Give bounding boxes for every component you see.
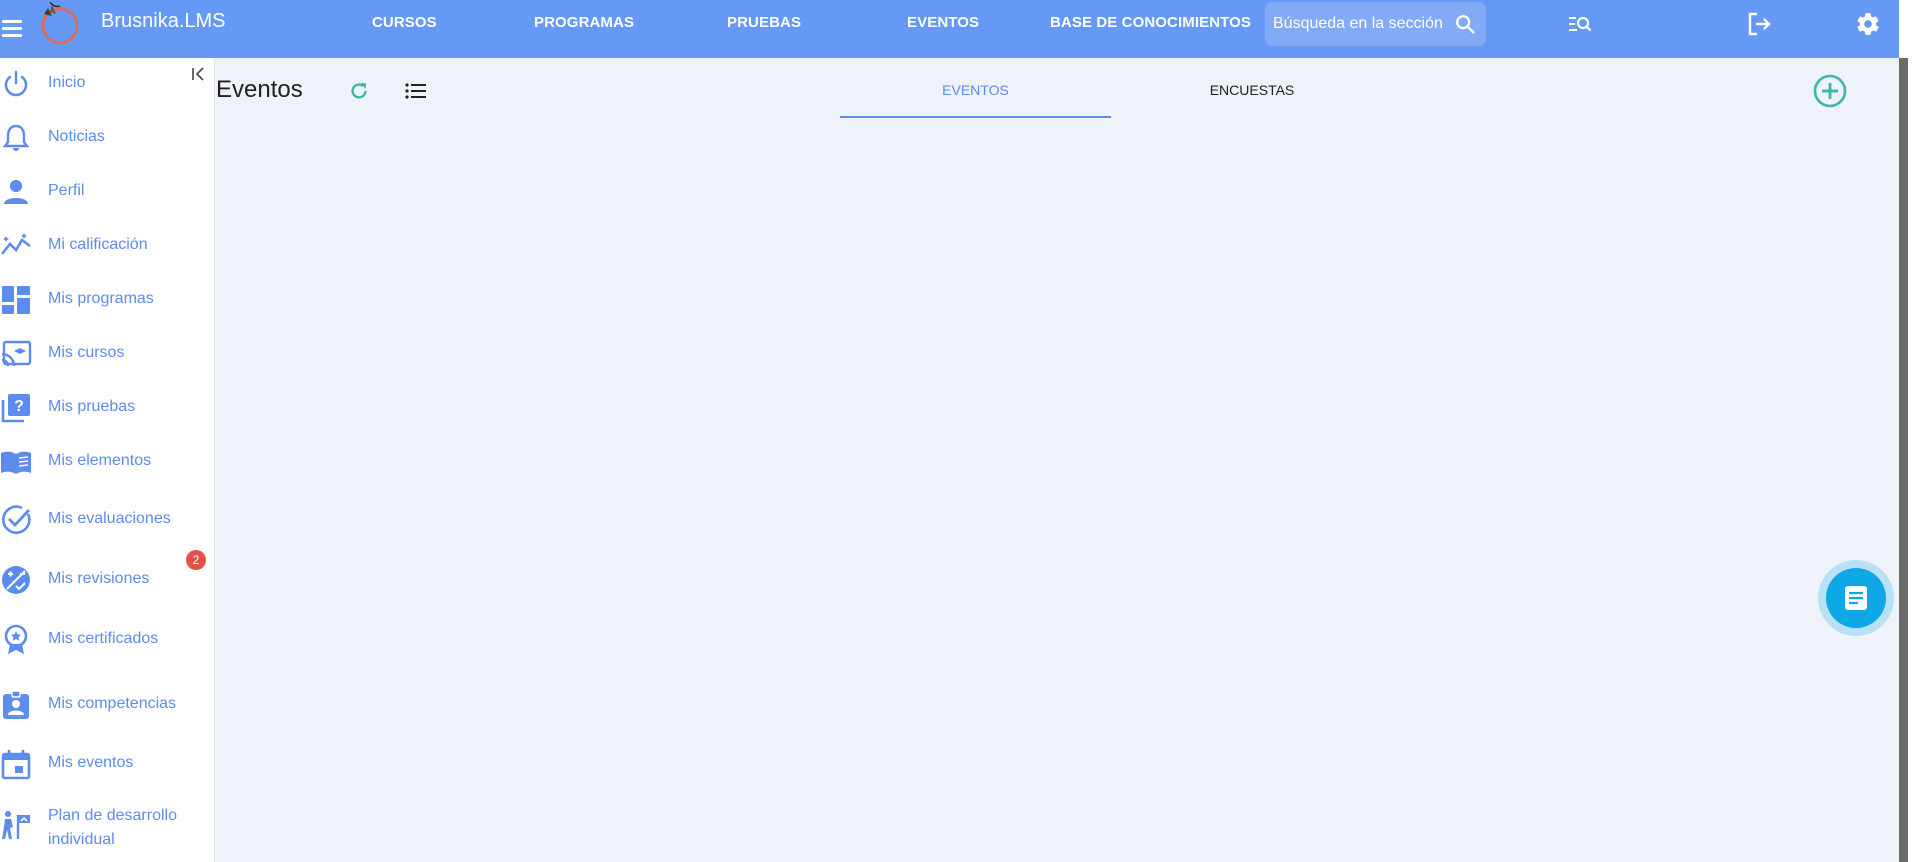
- sidebar-item-mis-cursos[interactable]: Mis cursos: [0, 333, 215, 373]
- tab-encuestas[interactable]: ENCUESTAS: [1117, 82, 1387, 98]
- courses-icon: [1, 340, 32, 367]
- brusnika-logo[interactable]: [30, 0, 86, 48]
- sidebar-item-label-line1: Plan de desarrollo: [48, 807, 177, 824]
- sidebar-item-label: Mis elementos: [48, 452, 152, 469]
- revisions-count-badge: 2: [186, 550, 206, 570]
- sidebar-item-label: Mis cursos: [48, 344, 125, 361]
- check-circle-icon: [2, 505, 31, 534]
- sidebar-item-label: Mis competencias: [48, 695, 177, 712]
- nav-pruebas[interactable]: PRUEBAS: [727, 14, 801, 31]
- sidebar-item-mis-evaluaciones[interactable]: Mis evaluaciones: [0, 499, 215, 539]
- tab-eventos[interactable]: EVENTOS: [840, 82, 1111, 118]
- sidebar-item-label: Mis programas: [48, 290, 154, 307]
- chat-fab-button[interactable]: [1818, 560, 1894, 636]
- review-icon: [2, 566, 30, 594]
- page-right-edge: [1899, 0, 1920, 862]
- award-icon: [4, 624, 28, 654]
- sidebar-item-mis-competencias[interactable]: Mis competencias: [0, 684, 215, 724]
- message-icon: [1845, 586, 1867, 610]
- sidebar-item-label: Inicio: [48, 74, 86, 91]
- page-title: Eventos: [216, 76, 303, 103]
- quiz-icon: ?: [1, 394, 30, 423]
- nav-base-de-conocimientos[interactable]: BASE DE CONOCIMIENTOS: [1050, 14, 1251, 31]
- sidebar-item-mis-programas[interactable]: Mis programas: [0, 279, 215, 319]
- logout-icon[interactable]: [1746, 11, 1772, 37]
- section-search-input[interactable]: [1271, 2, 1451, 46]
- sidebar-item-label: Mis certificados: [48, 630, 159, 647]
- sidebar-item-mis-eventos[interactable]: Mis eventos: [0, 743, 215, 783]
- sidebar-item-label-line2: individual: [48, 831, 115, 848]
- sidebar-item-inicio[interactable]: Inicio: [0, 63, 215, 103]
- power-icon: [4, 70, 28, 97]
- sidebar-item-label: Mis pruebas: [48, 398, 136, 415]
- top-bar: Brusnika.LMS CURSOS PROGRAMAS PRUEBAS EV…: [0, 0, 1899, 58]
- sidebar-item-mis-elementos[interactable]: Mis elementos: [0, 441, 215, 481]
- sidebar-item-mis-certificados[interactable]: Mis certificados: [0, 619, 215, 659]
- dashboard-icon: [2, 286, 30, 314]
- vertical-scrollbar[interactable]: [1899, 58, 1908, 862]
- refresh-icon[interactable]: [348, 80, 370, 102]
- brand-name[interactable]: Brusnika.LMS: [101, 10, 226, 33]
- bell-icon: [2, 124, 30, 151]
- badge-icon: [3, 690, 29, 719]
- hamburger-menu-icon[interactable]: [2, 14, 28, 42]
- settings-gear-icon[interactable]: [1855, 11, 1881, 37]
- person-icon: [4, 180, 28, 204]
- nav-cursos[interactable]: CURSOS: [372, 14, 437, 31]
- list-view-icon[interactable]: [405, 82, 427, 100]
- sidebar-item-label: Mis evaluaciones: [48, 510, 171, 527]
- svg-text:?: ?: [14, 398, 24, 415]
- sidebar-item-noticias[interactable]: Noticias: [0, 117, 215, 157]
- sidebar: Inicio Noticias Perfil Mi calificación M…: [0, 58, 215, 862]
- sidebar-item-mi-calificacion[interactable]: Mi calificación: [0, 225, 215, 265]
- chart-icon: [0, 233, 31, 255]
- add-circle-icon[interactable]: [1813, 74, 1847, 108]
- sidebar-item-label: Perfil: [48, 182, 85, 199]
- search-icon[interactable]: [1454, 13, 1476, 35]
- advanced-search-icon[interactable]: [1567, 12, 1593, 36]
- sidebar-item-label: Mis revisiones: [48, 570, 150, 587]
- sidebar-item-perfil[interactable]: Perfil: [0, 171, 215, 211]
- section-search: [1265, 2, 1486, 46]
- sidebar-item-label: Plan de desarrollo individual: [48, 804, 177, 852]
- sidebar-item-label: Mi calificación: [48, 236, 148, 253]
- sidebar-item-mis-revisiones[interactable]: Mis revisiones: [0, 559, 215, 599]
- sidebar-item-label: Mis eventos: [48, 754, 134, 771]
- development-icon: [2, 811, 30, 839]
- sidebar-item-mis-pruebas[interactable]: ? Mis pruebas: [0, 387, 215, 427]
- nav-programas[interactable]: PROGRAMAS: [534, 14, 634, 31]
- sidebar-item-label: Noticias: [48, 128, 105, 145]
- book-icon: [1, 451, 31, 474]
- sidebar-item-plan-de-desarrollo-individual[interactable]: Plan de desarrollo individual: [0, 800, 215, 850]
- calendar-icon: [1, 750, 31, 780]
- nav-eventos[interactable]: EVENTOS: [907, 14, 979, 31]
